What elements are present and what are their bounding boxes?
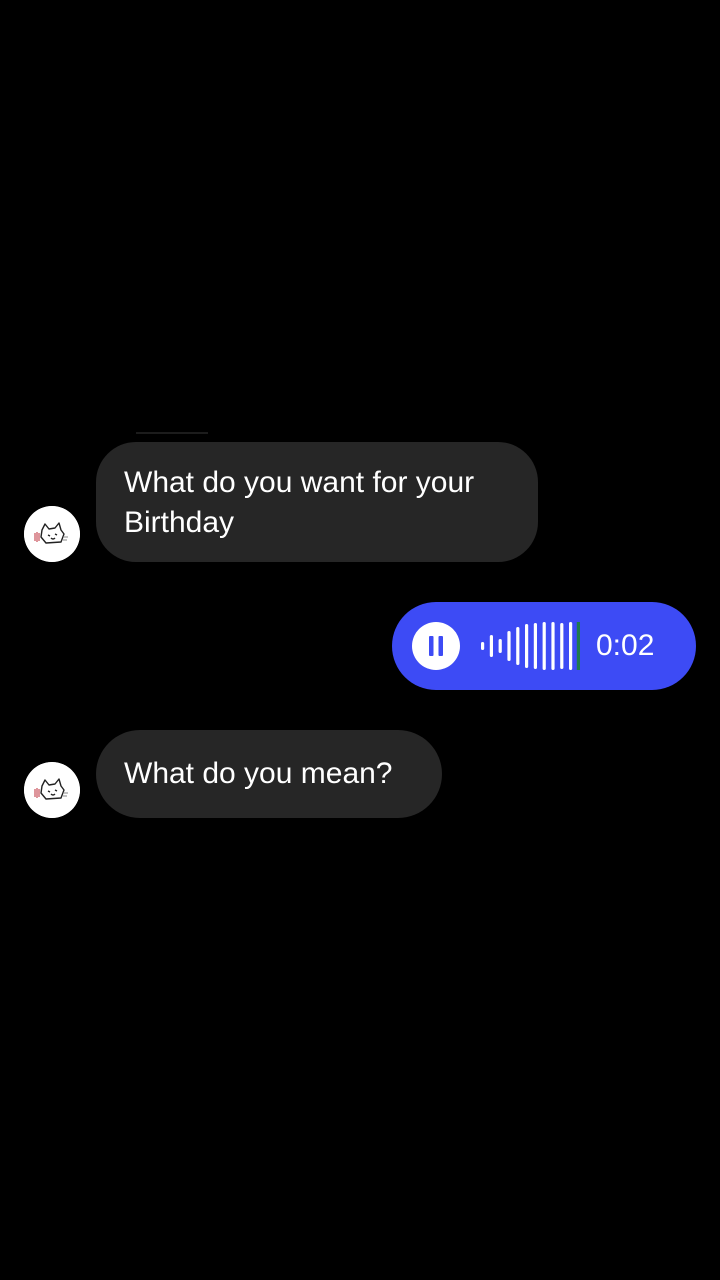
waveform-bar: [542, 622, 546, 670]
message-text: What do you want for your Birthday: [124, 466, 475, 539]
contact-avatar[interactable]: [24, 506, 80, 562]
waveform-bar: [489, 635, 493, 657]
waveform-bar: [516, 627, 520, 665]
incoming-message-bubble[interactable]: What do you mean?: [96, 730, 442, 818]
waveform-bar: [525, 624, 529, 668]
cat-sticker-avatar-icon: [24, 762, 80, 818]
waveform-bar: [569, 622, 573, 670]
waveform-bar: [507, 631, 511, 661]
voice-duration: 0:02: [596, 629, 655, 662]
top-divider: [136, 432, 208, 434]
waveform-playhead: [576, 622, 580, 670]
waveform-bar: [481, 642, 485, 650]
pause-icon: [429, 636, 443, 656]
message-text: What do you mean?: [124, 757, 393, 790]
waveform-bar: [533, 623, 537, 669]
waveform-bar: [560, 623, 564, 669]
waveform-bar: [551, 622, 555, 670]
voice-waveform[interactable]: [478, 620, 588, 672]
incoming-message-bubble[interactable]: What do you want for your Birthday: [96, 442, 538, 562]
voice-message-bubble[interactable]: 0:02: [392, 602, 696, 690]
pause-button[interactable]: [412, 622, 460, 670]
waveform-bar: [498, 639, 502, 653]
contact-avatar[interactable]: [24, 762, 80, 818]
cat-sticker-avatar-icon: [24, 506, 80, 562]
